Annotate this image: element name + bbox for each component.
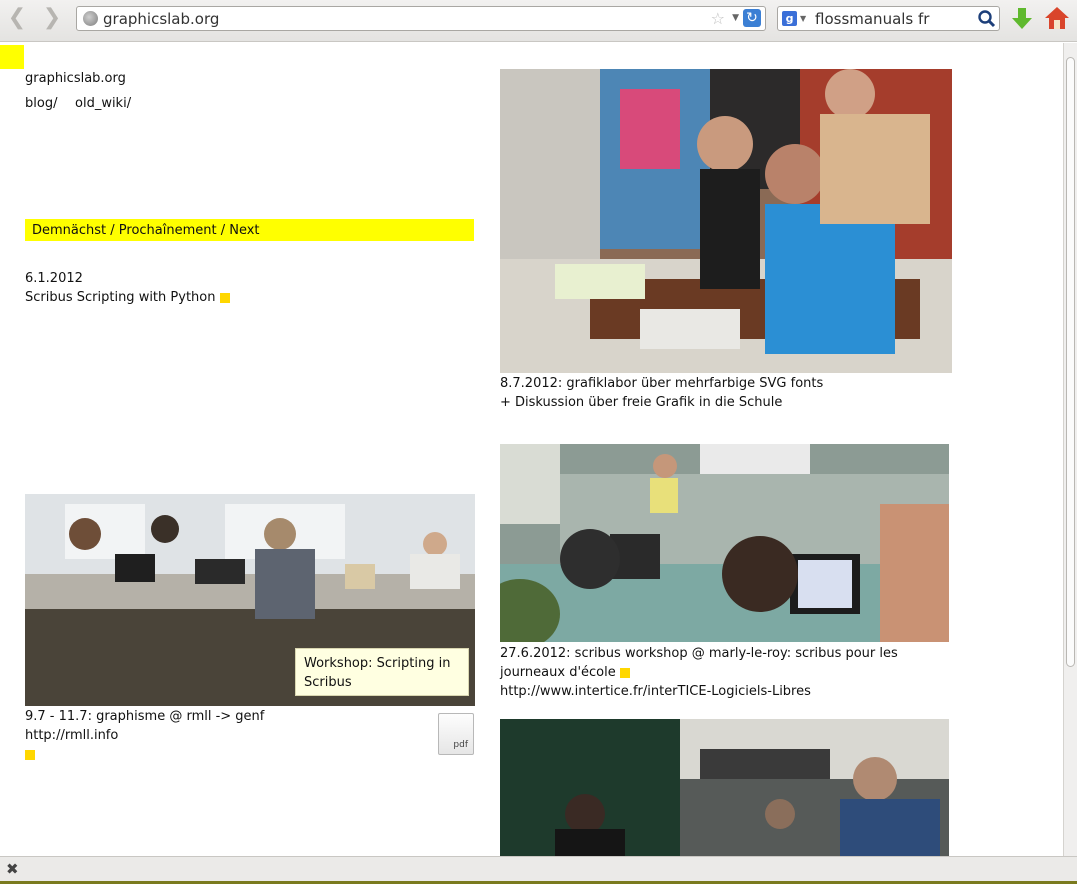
marker-square-icon xyxy=(25,749,35,760)
forward-button[interactable]: ❯ xyxy=(41,7,63,29)
back-button[interactable]: ❮ xyxy=(6,7,28,29)
upcoming-event[interactable]: Scribus Scripting with Python xyxy=(25,290,230,305)
post-line: journeaux d'école xyxy=(500,665,616,680)
magnifier-icon[interactable] xyxy=(977,9,996,28)
post-caption-grafiklabor: 8.7.2012: grafiklabor über mehrfarbige S… xyxy=(500,374,823,412)
marker-square-icon xyxy=(619,667,630,678)
search-input[interactable]: flossmanuals fr xyxy=(815,10,929,28)
upcoming-date: 6.1.2012 xyxy=(25,271,83,286)
photo-studio-image xyxy=(500,719,949,856)
reload-icon[interactable]: ↻ xyxy=(743,9,761,27)
image-tooltip: Workshop: Scripting in Scribus xyxy=(295,648,469,696)
browser-toolbar: ❮ ❯ graphicslab.org ☆ ▼ ↻ g ▼ flossmanua… xyxy=(0,0,1077,42)
find-bar: ✖ xyxy=(0,856,1077,884)
pdf-file-icon[interactable]: pdf xyxy=(438,713,474,755)
home-icon[interactable] xyxy=(1043,5,1071,31)
post-line: 8.7.2012: grafiklabor über mehrfarbige S… xyxy=(500,376,824,391)
history-dropdown-icon[interactable]: ▼ xyxy=(732,13,739,23)
bookmark-star-icon[interactable]: ☆ xyxy=(711,9,725,28)
upcoming-title[interactable]: Scribus Scripting with Python xyxy=(25,290,215,305)
search-bar[interactable]: g ▼ flossmanuals fr xyxy=(777,6,1000,31)
nav-link-blog[interactable]: blog/ xyxy=(25,96,57,111)
post-line: 9.7 - 11.7: graphisme @ rmll -> genf xyxy=(25,709,265,724)
photo-scribus-workshop-image xyxy=(500,444,949,642)
url-text[interactable]: graphicslab.org xyxy=(103,10,219,28)
download-icon[interactable] xyxy=(1010,6,1034,32)
vertical-scrollbar[interactable] xyxy=(1063,43,1077,856)
engine-dropdown-icon[interactable]: ▼ xyxy=(800,14,806,23)
intertice-link[interactable]: http://www.intertice.fr/interTICE-Logici… xyxy=(500,684,811,699)
photo-grafiklabor[interactable] xyxy=(500,69,952,373)
pdf-label: pdf xyxy=(453,740,468,750)
marker-square-icon xyxy=(219,292,230,303)
post-caption-rmll: 9.7 - 11.7: graphisme @ rmll -> genf htt… xyxy=(25,707,264,764)
photo-grafiklabor-image xyxy=(500,69,952,373)
logo-square xyxy=(0,45,24,69)
scroll-thumb[interactable] xyxy=(1066,57,1075,667)
globe-icon xyxy=(83,11,98,26)
upcoming-banner: Demnächst / Prochaînement / Next xyxy=(25,219,474,241)
google-icon[interactable]: g xyxy=(782,11,797,26)
address-bar[interactable]: graphicslab.org ☆ ▼ ↻ xyxy=(76,6,766,31)
rmll-link[interactable]: http://rmll.info xyxy=(25,728,118,743)
photo-scribus-workshop[interactable] xyxy=(500,444,949,642)
close-icon[interactable]: ✖ xyxy=(6,860,19,878)
nav-link-old-wiki[interactable]: old_wiki/ xyxy=(75,96,131,111)
post-line: + Diskussion über freie Grafik in die Sc… xyxy=(500,395,783,410)
post-line: 27.6.2012: scribus workshop @ marly-le-r… xyxy=(500,646,898,661)
site-title-link[interactable]: graphicslab.org xyxy=(25,71,126,86)
post-caption-scribus-workshop: 27.6.2012: scribus workshop @ marly-le-r… xyxy=(500,644,898,701)
photo-studio[interactable] xyxy=(500,719,949,856)
page-content: graphicslab.org blog/ old_wiki/ Demnächs… xyxy=(0,43,1063,856)
post-line-with-marker: journeaux d'école xyxy=(500,663,898,682)
